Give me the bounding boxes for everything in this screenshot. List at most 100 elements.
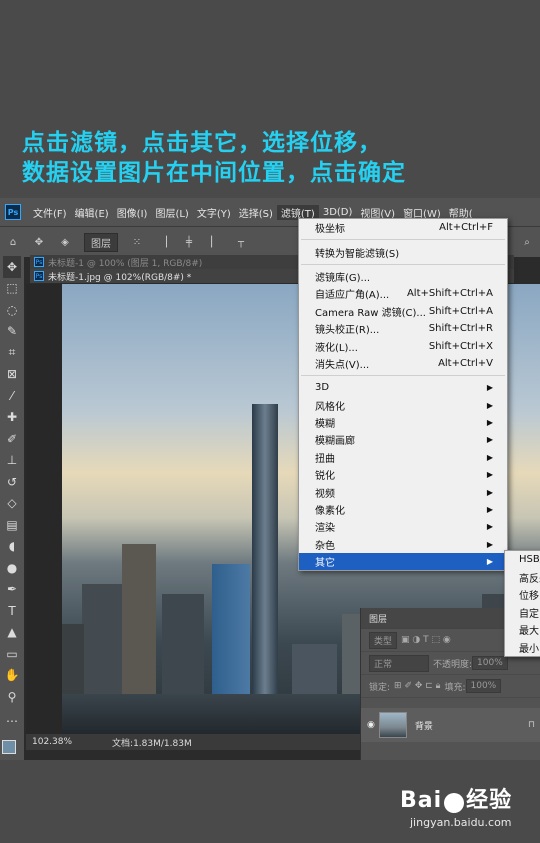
lasso-tool-icon[interactable]: ◌: [3, 299, 21, 321]
other-submenu-item[interactable]: 自定: [505, 604, 540, 622]
menu-item-label: 杂色: [315, 540, 335, 552]
move-tool-icon[interactable]: ✥: [30, 237, 48, 248]
submenu-arrow-icon: ▶: [486, 383, 493, 393]
filter-menu-item[interactable]: 像素化 ▶: [299, 501, 507, 518]
fill-field[interactable]: 100%: [465, 679, 502, 693]
menu-item-label: 其它: [315, 558, 335, 570]
menu-layer[interactable]: 图层(L): [151, 205, 192, 220]
submenu-arrow-icon: ▶: [486, 539, 493, 549]
layer-kind-filter[interactable]: 类型: [369, 631, 398, 649]
filter-icons[interactable]: ▣ ◑ T ⬚ ◉: [401, 635, 451, 645]
eraser-tool-icon[interactable]: ◇: [3, 493, 21, 515]
pen-tool-icon[interactable]: ✒: [3, 579, 21, 601]
other-submenu-item[interactable]: 最大: [505, 621, 540, 639]
menu-item-shortcut: Shift+Ctrl+A: [428, 305, 493, 317]
other-submenu-item[interactable]: 最小: [505, 639, 540, 657]
menu-item-label: 模糊: [315, 419, 335, 431]
menu-separator: [301, 375, 505, 377]
filter-menu-item[interactable]: 渲染 ▶: [299, 518, 507, 535]
baidu-watermark: Bai 经验 jingyan.baidu.com: [400, 782, 513, 829]
filter-menu-item[interactable]: 液化(L)... Shift+Ctrl+X: [299, 337, 507, 354]
align-top-icon[interactable]: ┬: [232, 237, 250, 248]
blur-tool-icon[interactable]: ◖: [3, 536, 21, 558]
filter-menu-item[interactable]: 锐化 ▶: [299, 466, 507, 483]
baidu-brand-2: 经验: [466, 788, 513, 813]
filter-menu-item[interactable]: 镜头校正(R)... Shift+Ctrl+R: [299, 320, 507, 337]
transform-controls-icon[interactable]: ⁙: [128, 237, 146, 248]
brush-tool-icon[interactable]: ✐: [3, 428, 21, 450]
menu-item-label: 自适应广角(A)...: [315, 290, 390, 302]
menu-edit[interactable]: 编辑(E): [71, 205, 113, 220]
filter-menu-item[interactable]: 杂色 ▶: [299, 536, 507, 553]
submenu-arrow-icon: ▶: [486, 400, 493, 410]
auto-select-dropdown[interactable]: 图层: [84, 232, 118, 252]
history-brush-tool-icon[interactable]: ↺: [3, 471, 21, 493]
eyedropper-tool-icon[interactable]: ⁄: [3, 385, 21, 407]
move-tool-icon[interactable]: ✥: [3, 256, 21, 278]
filter-menu-item[interactable]: 风格化 ▶: [299, 397, 507, 414]
marquee-tool-icon[interactable]: ⬚: [3, 278, 21, 300]
menu-item-label: 像素化: [315, 506, 345, 518]
more-tools-icon[interactable]: …: [3, 708, 21, 730]
filter-menu-item[interactable]: 极坐标 Alt+Ctrl+F: [299, 219, 507, 236]
foreground-color-swatch[interactable]: [2, 740, 16, 754]
frame-tool-icon[interactable]: ⊠: [3, 364, 21, 386]
tab-label: 未标题-1.jpg @ 102%(RGB/8#) *: [48, 272, 192, 283]
caption-line-1: 点击滤镜，点击其它，选择位移，: [22, 130, 382, 156]
submenu-arrow-icon: ▶: [486, 452, 493, 462]
photoshop-logo: Ps: [5, 204, 21, 220]
submenu-arrow-icon: ▶: [486, 557, 493, 567]
filter-menu-item[interactable]: 消失点(V)... Alt+Ctrl+V: [299, 355, 507, 372]
filter-menu-item[interactable]: 自适应广角(A)... Alt+Shift+Ctrl+A: [299, 285, 507, 302]
other-submenu-item[interactable]: HSB/: [505, 551, 540, 569]
baidu-brand: Bai: [400, 788, 443, 813]
filter-menu-item[interactable]: 转换为智能滤镜(S): [299, 243, 507, 260]
filter-menu-item[interactable]: Camera Raw 滤镜(C)... Shift+Ctrl+A: [299, 303, 507, 320]
rectangle-tool-icon[interactable]: ▭: [3, 643, 21, 665]
filter-menu-item[interactable]: 模糊画廊 ▶: [299, 431, 507, 448]
filter-menu-item[interactable]: 其它 ▶: [299, 553, 507, 571]
healing-brush-tool-icon[interactable]: ✚: [3, 407, 21, 429]
submenu-arrow-icon: ▶: [486, 435, 493, 445]
blend-mode-select[interactable]: 正常: [369, 654, 429, 672]
align-center-icon[interactable]: ╪: [180, 237, 198, 248]
lock-icons[interactable]: ⊞ ✐ ✥ ⊏ 🔒︎: [394, 681, 440, 691]
layer-row-background[interactable]: ◉ 背景 ⊓: [361, 708, 540, 742]
filter-menu-item[interactable]: 模糊 ▶: [299, 414, 507, 431]
clone-stamp-tool-icon[interactable]: ⊥: [3, 450, 21, 472]
align-left-icon[interactable]: ▕: [154, 237, 172, 248]
menu-image[interactable]: 图像(I): [113, 205, 152, 220]
menu-item-label: 模糊画廊: [315, 436, 355, 448]
filter-menu-item[interactable]: 3D ▶: [299, 379, 507, 396]
menu-select[interactable]: 选择(S): [235, 205, 277, 220]
align-right-icon[interactable]: ▏: [206, 237, 224, 248]
filter-menu-item[interactable]: 滤镜库(G)...: [299, 268, 507, 285]
home-icon[interactable]: ⌂: [4, 237, 22, 248]
ps-doc-icon: Ps: [34, 271, 44, 281]
search-icon[interactable]: ⌕: [518, 237, 536, 248]
menu-3d[interactable]: 3D(D): [319, 207, 357, 218]
path-select-tool-icon[interactable]: ▲: [3, 622, 21, 644]
filter-menu-item[interactable]: 视频 ▶: [299, 483, 507, 500]
eye-icon[interactable]: ◉: [367, 720, 375, 730]
hand-tool-icon[interactable]: ✋: [3, 665, 21, 687]
type-tool-icon[interactable]: T: [3, 600, 21, 622]
layers-stack-icon[interactable]: ◈: [56, 237, 74, 248]
other-submenu-item[interactable]: 位移...: [505, 586, 540, 604]
menu-file[interactable]: 文件(F): [29, 205, 71, 220]
tutorial-caption: 点击滤镜，点击其它，选择位移， 数据设置图片在中间位置，点击确定: [22, 128, 522, 188]
menu-type[interactable]: 文字(Y): [193, 205, 235, 220]
zoom-tool-icon[interactable]: ⚲: [3, 686, 21, 708]
opacity-field[interactable]: 100%: [472, 656, 508, 670]
gradient-tool-icon[interactable]: ▤: [3, 514, 21, 536]
dodge-tool-icon[interactable]: ●: [3, 557, 21, 579]
quick-select-tool-icon[interactable]: ✎: [3, 321, 21, 343]
menu-item-label: 3D: [315, 382, 330, 394]
lock-icon: ⊓: [527, 720, 535, 730]
submenu-arrow-icon: ▶: [486, 470, 493, 480]
other-submenu-item[interactable]: 高反差: [505, 569, 540, 587]
crop-tool-icon[interactable]: ⌗: [3, 342, 21, 364]
menu-item-shortcut: Shift+Ctrl+X: [428, 340, 493, 352]
filter-menu-item[interactable]: 扭曲 ▶: [299, 449, 507, 466]
zoom-level[interactable]: 102.38%: [32, 737, 72, 747]
